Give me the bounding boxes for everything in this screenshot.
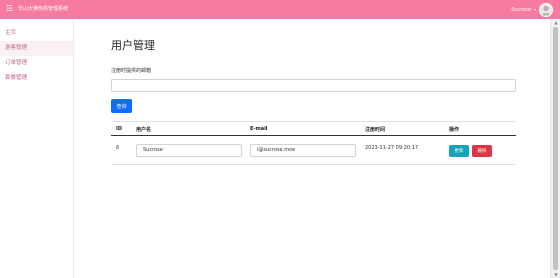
- column-header-username: 用户名: [136, 127, 152, 133]
- scrollbar-thumb[interactable]: [553, 27, 558, 270]
- username-field[interactable]: Sucrose: [136, 144, 242, 157]
- vertical-scrollbar[interactable]: ▲ ▼: [550, 19, 560, 278]
- sidebar-item-visitors[interactable]: 游客管理: [0, 41, 73, 56]
- delete-button[interactable]: 删除: [472, 145, 492, 157]
- email-filter-label: 注册时提供的邮箱: [111, 68, 152, 74]
- query-button[interactable]: 查询: [111, 99, 132, 113]
- table-top-border: [111, 121, 516, 122]
- column-header-email: E-mail: [250, 126, 268, 132]
- cell-registered-time: 2023-11-27 09:20:17: [365, 145, 419, 151]
- column-header-actions: 操作: [449, 127, 460, 133]
- scroll-up-icon[interactable]: ▲: [551, 19, 560, 26]
- email-field[interactable]: i@sucrose.moe: [250, 144, 356, 157]
- sidebar-item-packages[interactable]: 套餐管理: [0, 71, 73, 86]
- update-button[interactable]: 更新: [449, 145, 469, 157]
- table-header-divider: [111, 135, 516, 136]
- user-avatar-icon[interactable]: [539, 2, 553, 17]
- main-content: 用户管理 注册时提供的邮箱 查询 ID 用户名 E-mail 注册时间 操作 6…: [74, 19, 550, 278]
- scroll-down-icon[interactable]: ▼: [551, 271, 560, 278]
- hamburger-icon[interactable]: ☰: [5, 3, 14, 15]
- column-header-registered: 注册时间: [365, 127, 386, 133]
- email-filter-input[interactable]: [111, 79, 516, 92]
- avatar-illustration: [541, 5, 551, 15]
- cell-id: 6: [116, 145, 120, 151]
- top-navbar: ☰ 乐山大佛热供管理系统 Sucrose ▾: [0, 0, 560, 19]
- sidebar-item-home[interactable]: 主页: [0, 26, 73, 41]
- column-header-id: ID: [116, 126, 123, 132]
- user-menu[interactable]: Sucrose ▾: [511, 0, 553, 19]
- table-row-divider: [111, 164, 516, 165]
- sidebar-item-orders[interactable]: 订单管理: [0, 56, 73, 71]
- sidebar: 主页 游客管理 订单管理 套餐管理: [0, 19, 74, 278]
- page-title: 用户管理: [111, 39, 155, 52]
- app-title[interactable]: 乐山大佛热供管理系统: [18, 0, 68, 19]
- chevron-down-icon[interactable]: ▾: [534, 7, 536, 12]
- user-name[interactable]: Sucrose: [511, 7, 531, 13]
